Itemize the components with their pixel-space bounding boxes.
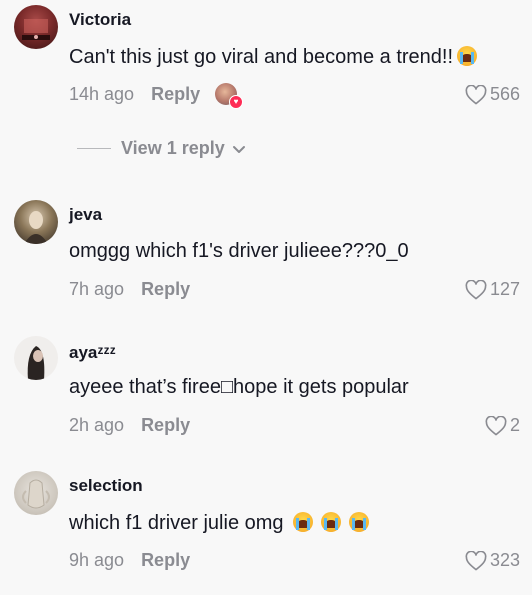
- comment-meta: 9h ago Reply: [69, 550, 190, 571]
- comment-time: 7h ago: [69, 279, 125, 299]
- comment-time: 9h ago: [69, 550, 125, 570]
- crying-face-emoji-icon: [292, 512, 313, 532]
- view-replies-button[interactable]: View 1 reply: [77, 138, 247, 159]
- like-count: 566: [489, 84, 520, 104]
- crying-face-emoji-icon: [348, 512, 369, 532]
- heart-outline-icon: [465, 84, 487, 104]
- comment-item: jeva omggg which f1's driver julieee???0…: [0, 195, 532, 305]
- crying-face-emoji-icon: [320, 512, 341, 532]
- comment-item: selection which f1 driver julie omg 9h a…: [0, 467, 532, 587]
- comment-username[interactable]: jeva: [69, 205, 102, 225]
- comment-time: 14h ago: [69, 84, 135, 104]
- comment-text-content: Can't this just go viral and become a tr…: [69, 46, 454, 68]
- comment-username[interactable]: Victoria: [69, 10, 131, 30]
- comment-username[interactable]: ayaᶻᶻᶻ: [69, 343, 116, 363]
- comment-text: omggg which f1's driver julieee???0_0: [69, 240, 409, 262]
- reply-button[interactable]: Reply: [141, 279, 190, 300]
- like-button[interactable]: 127: [465, 279, 520, 300]
- heart-outline-icon: [465, 550, 487, 570]
- avatar[interactable]: [14, 471, 58, 515]
- like-button[interactable]: 323: [465, 550, 520, 571]
- comment-text: Can't this just go viral and become a tr…: [69, 46, 478, 69]
- like-count: 2: [509, 415, 520, 435]
- chevron-down-icon: [232, 145, 245, 153]
- reply-button[interactable]: Reply: [141, 550, 190, 571]
- avatar[interactable]: [14, 5, 58, 49]
- reply-button[interactable]: Reply: [151, 84, 200, 105]
- comment-text: ayeee that’s firee□hope it gets popular: [69, 376, 409, 398]
- heart-outline-icon: [485, 415, 507, 435]
- divider-line: [77, 148, 111, 149]
- comment-text: which f1 driver julie omg: [69, 512, 369, 535]
- like-count: 127: [489, 279, 520, 299]
- avatar[interactable]: [14, 336, 58, 380]
- avatar[interactable]: [14, 200, 58, 244]
- comment-time: 2h ago: [69, 415, 125, 435]
- like-button[interactable]: 566: [465, 84, 520, 105]
- creator-heart-badge-icon: ♥: [229, 95, 243, 109]
- comment-meta: 7h ago Reply: [69, 279, 190, 300]
- comment-item: ayaᶻᶻᶻ ayeee that’s firee□hope it gets p…: [0, 333, 532, 443]
- comment-item: Victoria Can't this just go viral and be…: [0, 0, 532, 130]
- comment-text-content: which f1 driver julie omg: [69, 512, 284, 534]
- heart-outline-icon: [465, 279, 487, 299]
- comment-meta: 2h ago Reply: [69, 415, 190, 436]
- crying-face-emoji-icon: [457, 46, 478, 66]
- view-replies-label: View 1 reply: [121, 138, 225, 158]
- reply-button[interactable]: Reply: [141, 415, 190, 436]
- comment-meta: 14h ago Reply: [69, 84, 200, 105]
- like-count: 323: [489, 550, 520, 570]
- like-button[interactable]: 2: [485, 415, 520, 436]
- comment-username[interactable]: selection: [69, 476, 143, 496]
